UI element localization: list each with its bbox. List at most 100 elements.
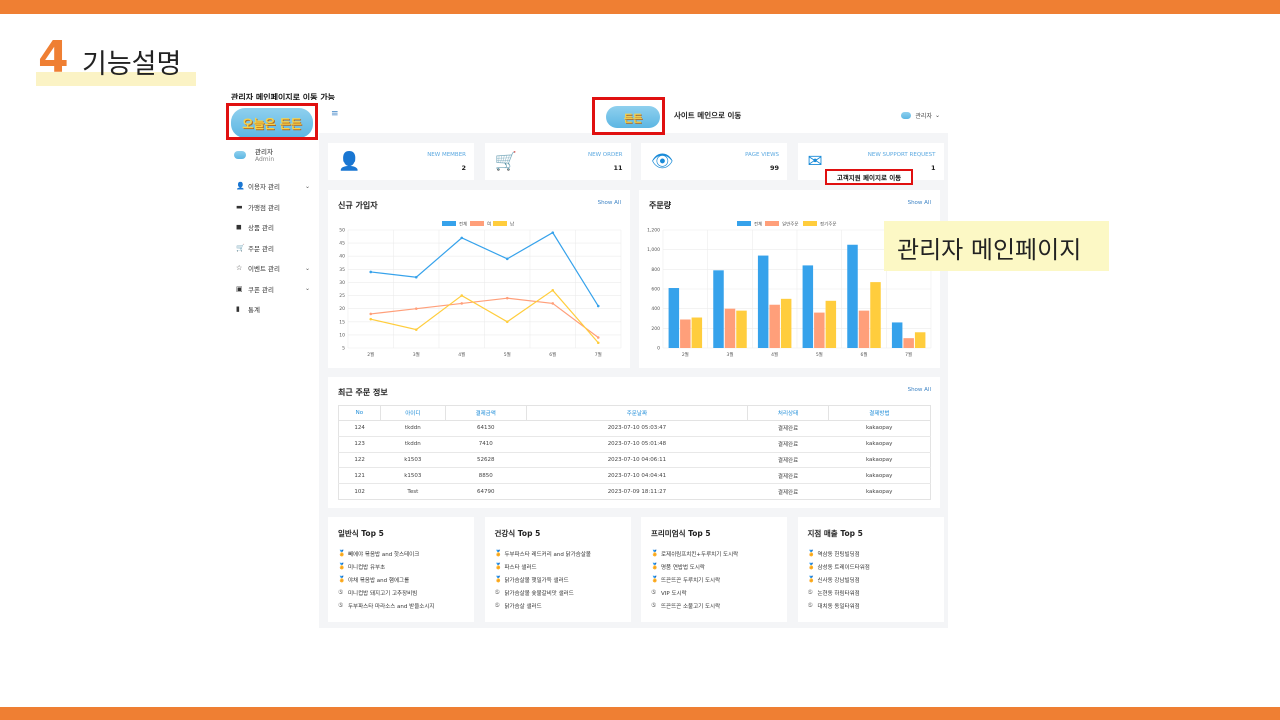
y-tick-label: 0 bbox=[657, 346, 660, 352]
column-header[interactable]: 처리상태 bbox=[747, 405, 829, 421]
list-item[interactable]: 🏅 빼에야 볶음밥 and 핫스테이크 bbox=[338, 547, 434, 560]
stat-card[interactable]: 👁 PAGE VIEWS 99 bbox=[641, 143, 787, 180]
list-item[interactable]: 🏅 두부파스타 레드커리 and 닭가슴살볼 bbox=[495, 547, 591, 560]
medal-icon: 🏅 bbox=[338, 576, 346, 583]
admin-logo-highlight bbox=[226, 103, 318, 140]
table-cell: 2023-07-10 04:04:41 bbox=[526, 467, 748, 484]
list-item[interactable]: 🏅 명품 연밥법 도시락 bbox=[651, 560, 738, 573]
x-tick-label: 7월 bbox=[595, 351, 602, 358]
legend-label[interactable]: 전체 bbox=[459, 221, 467, 228]
sidebar-item-label: 이벤트 관리 bbox=[248, 265, 280, 274]
data-point bbox=[414, 307, 418, 310]
table-row[interactable]: 124 tkddn 64130 2023-07-10 05:03:47 결제완료 kaka… bbox=[338, 420, 931, 437]
cart-icon: 🛒 bbox=[494, 151, 517, 172]
sidebar-item-2[interactable]: ◼ 상품 관리 bbox=[236, 217, 310, 238]
list-item[interactable]: ⑤ 대치동 동일타워점 bbox=[808, 599, 870, 612]
list-item-label: 대치동 동일타워점 bbox=[817, 603, 860, 610]
table-row[interactable]: 102 Test 64790 2023-07-09 18:11:27 결제완료 kakao… bbox=[338, 483, 931, 500]
list-item-label: 신사동 강남빌딩점 bbox=[817, 577, 860, 584]
sidebar-item-6[interactable]: ▮ 통계 bbox=[236, 299, 310, 320]
table-cell: 7410 bbox=[445, 435, 527, 453]
user-menu[interactable]: 관리자 ⌄ bbox=[901, 111, 940, 120]
list-item[interactable]: ⑤ 뜨끈뜨끈 소불고기 도시락 bbox=[651, 599, 738, 612]
column-header[interactable]: No bbox=[338, 405, 381, 421]
list-item[interactable]: 🏅 삼성동 트레이드타워점 bbox=[808, 560, 870, 573]
site-logo-highlight bbox=[592, 97, 665, 135]
legend-swatch bbox=[470, 221, 484, 226]
list-item-label: 미니컵밥 유부초 bbox=[348, 564, 386, 571]
column-header[interactable]: 결제금액 bbox=[444, 405, 527, 421]
list-item[interactable]: 🏅 닭가슴살볼 햇밀가득 샐러드 bbox=[495, 573, 591, 586]
table-cell: Test bbox=[380, 483, 446, 500]
table-row[interactable]: 121 k1503 8850 2023-07-10 04:04:41 결제완료 kakao… bbox=[338, 467, 931, 484]
list-item[interactable]: 🏅 야채 볶음밥 and 햄에그롤 bbox=[338, 573, 434, 586]
list-item[interactable]: 🏅 신사동 강남빌딩점 bbox=[808, 573, 870, 586]
x-tick-label: 3월 bbox=[726, 351, 733, 358]
support-page-tip: 고객지원 페이지로 이동 bbox=[825, 169, 913, 185]
y-tick-label: 20 bbox=[339, 306, 345, 312]
menu-toggle-icon[interactable]: ≡ bbox=[331, 109, 339, 119]
legend-label[interactable]: 남 bbox=[510, 221, 514, 228]
legend-label[interactable]: 일반주문 bbox=[782, 221, 799, 228]
bar bbox=[891, 322, 903, 348]
sidebar-item-3[interactable]: 🛒 주문 관리 bbox=[236, 238, 310, 259]
legend-label[interactable]: 전체 bbox=[754, 221, 762, 228]
data-point bbox=[414, 328, 418, 331]
column-header[interactable]: 아이디 bbox=[379, 405, 446, 421]
x-tick-label: 6월 bbox=[860, 351, 867, 358]
stat-label: NEW MEMBER bbox=[427, 152, 466, 158]
sidebar-item-0[interactable]: 👤 이용자 관리 ⌄ bbox=[236, 176, 310, 197]
site-main-link[interactable]: 사이트 메인으로 이동 bbox=[674, 110, 741, 121]
table-cell: k1503 bbox=[380, 451, 446, 468]
list-item[interactable]: 🏅 역삼동 헌팅빌딩점 bbox=[808, 547, 870, 560]
data-point bbox=[505, 257, 509, 261]
list-item[interactable]: 🏅 로제쉬림프치킨+두루치기 도시락 bbox=[651, 547, 738, 560]
table-header-row: No 아이디 결제금액 주문날짜 처리상태 결제방법 bbox=[338, 405, 932, 421]
sidebar-item-4[interactable]: ☆ 이벤트 관리 ⌄ bbox=[236, 258, 310, 279]
table-row[interactable]: 122 k1503 52628 2023-07-10 04:06:11 결제완료 kaka… bbox=[338, 451, 931, 468]
bar bbox=[736, 310, 747, 348]
list-item-label: 닭가슴살볼 숯불갈비맛 샐러드 bbox=[504, 590, 574, 597]
list-item-label: 논현동 하림타워점 bbox=[817, 590, 860, 597]
top5-title: 프리미엄식 Top 5 bbox=[651, 529, 711, 538]
sidebar-item-1[interactable]: ▬ 가맹점 관리 bbox=[236, 197, 310, 218]
list-item-label: 닭가슴살 샐러드 bbox=[504, 603, 542, 610]
medal-icon: 🏅 bbox=[807, 563, 815, 570]
list-item[interactable]: ⑤ 논현동 하림타워점 bbox=[808, 586, 870, 599]
legend-swatch bbox=[493, 221, 507, 226]
table-row[interactable]: 123 tkddn 7410 2023-07-10 05:01:48 결제완료 kakao… bbox=[338, 435, 931, 453]
orders-show-all-link[interactable]: Show All bbox=[908, 387, 931, 393]
top5-title: 지점 매출 Top 5 bbox=[807, 529, 863, 538]
order-bar-chart: 0 200 400 600 800 1,000 1,200 2월 3월 4월 5월 6월 7월 전체 일반주… bbox=[647, 221, 932, 358]
y-tick-label: 35 bbox=[339, 267, 345, 273]
data-point bbox=[551, 231, 555, 234]
medal-icon: ⑤ bbox=[494, 602, 500, 609]
list-item[interactable]: 🏅 파스타 샐러드 bbox=[495, 560, 591, 573]
list-item[interactable]: 🏅 미니컵밥 유부초 bbox=[338, 560, 434, 573]
list-item[interactable]: ⑤ 두부파스타 마라소스 and 받을소시지 bbox=[338, 599, 434, 612]
medal-icon: 🏅 bbox=[651, 563, 659, 570]
column-header[interactable]: 결제방법 bbox=[827, 405, 932, 421]
stat-card[interactable]: 🛒 NEW ORDER 11 bbox=[484, 143, 631, 180]
list-item[interactable]: 🏅 뜨끈뜨끈 두루치기 도시락 bbox=[651, 573, 738, 586]
column-header[interactable]: 주문날짜 bbox=[525, 405, 749, 421]
sidebar-item-5[interactable]: ▣ 쿠폰 관리 ⌄ bbox=[236, 279, 310, 300]
legend-label[interactable]: 여 bbox=[487, 221, 491, 228]
table-cell: 121 bbox=[338, 467, 381, 484]
list-item[interactable]: ⑤ 미니컵밥 돼지고기 고추장비빔 bbox=[338, 586, 434, 599]
bar bbox=[847, 244, 858, 348]
list-item[interactable]: ⑤ 닭가슴살볼 숯불갈비맛 샐러드 bbox=[495, 586, 591, 599]
table-cell: tkddn bbox=[380, 435, 446, 453]
bar bbox=[858, 310, 870, 348]
x-tick-label: 5월 bbox=[816, 351, 823, 358]
sidebar: 오늘은 든든 관리자 Admin 👤 이용자 관리 ⌄ ▬ 가맹점 관리 ◼ 상품 관리 🛒 주… bbox=[226, 100, 319, 628]
legend-label[interactable]: 정기주문 bbox=[820, 221, 837, 228]
stat-card[interactable]: 👤 NEW MEMBER 2 bbox=[328, 143, 474, 180]
list-item[interactable]: ⑤ VIP 도시락 bbox=[651, 586, 738, 599]
medal-icon: ⑤ bbox=[807, 589, 813, 596]
y-tick-label: 800 bbox=[651, 267, 660, 273]
data-point bbox=[596, 336, 600, 339]
table-cell: 결제완료 bbox=[747, 451, 829, 468]
list-item[interactable]: ⑤ 닭가슴살 샐러드 bbox=[495, 599, 591, 612]
bar bbox=[713, 270, 724, 348]
